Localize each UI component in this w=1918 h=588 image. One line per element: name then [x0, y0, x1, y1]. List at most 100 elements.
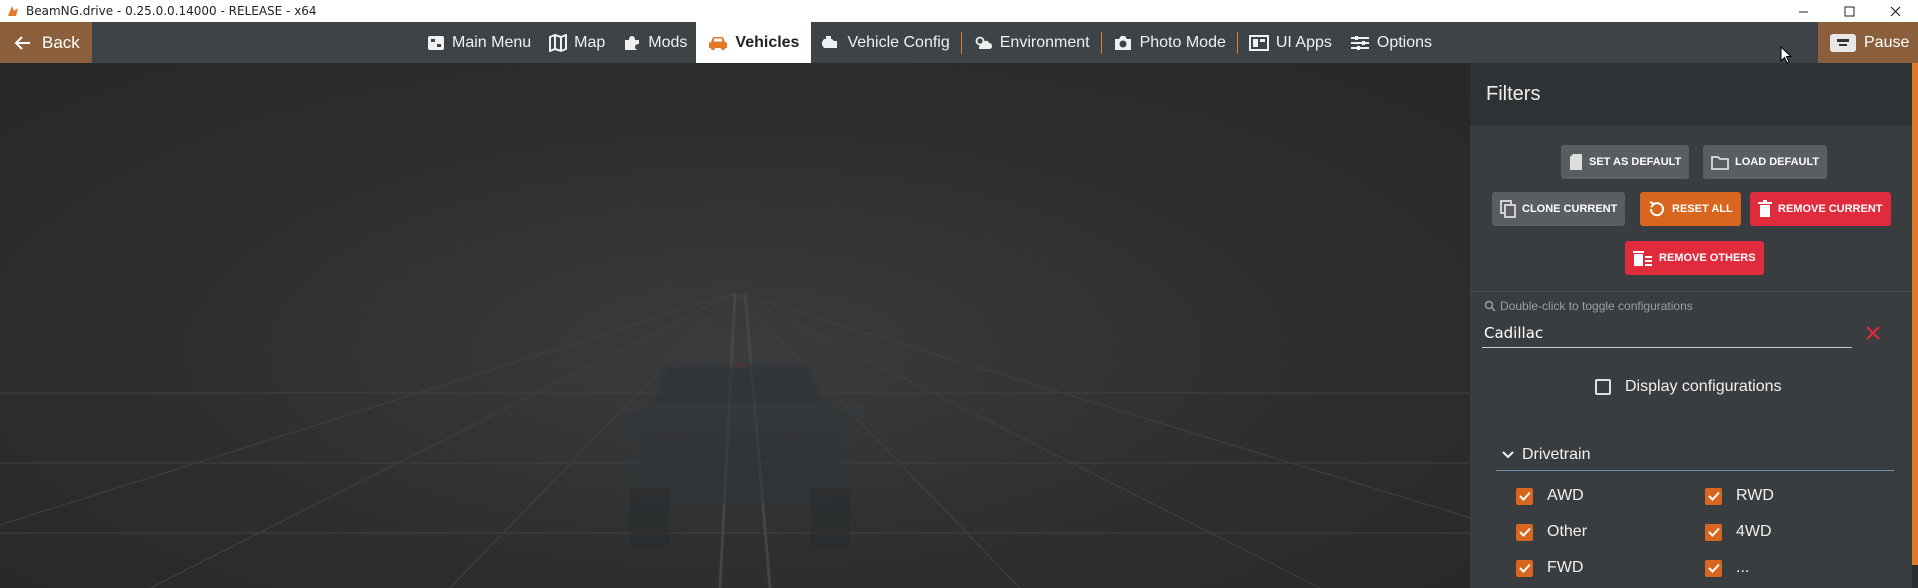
- nav-vehicles[interactable]: Vehicles: [696, 22, 812, 63]
- checkbox-checked[interactable]: [1705, 523, 1722, 541]
- clone-current-label: CLONE CURRENT: [1522, 203, 1618, 215]
- drivetrain-title: Drivetrain: [1522, 445, 1591, 463]
- ui-apps-icon: [1248, 34, 1269, 51]
- chevron-down-icon: [1502, 450, 1514, 458]
- checkmark-icon: [1518, 527, 1531, 537]
- keyboard-key-icon: [1830, 33, 1856, 52]
- engine-icon: [822, 35, 838, 48]
- nav-label: Options: [1376, 33, 1433, 51]
- trash-multiple-icon: [1633, 251, 1652, 266]
- reset-all-label: RESET ALL: [1672, 203, 1733, 215]
- top-navigation-bar: Back Main Menu Map Mods Vehicles Vehicle…: [0, 22, 1918, 63]
- nav-map[interactable]: Map: [540, 22, 614, 63]
- divider: [1470, 291, 1912, 292]
- remove-others-button[interactable]: REMOVE OTHERS: [1625, 241, 1764, 275]
- trash-icon: [1758, 200, 1772, 217]
- load-default-button[interactable]: LOAD DEFAULT: [1703, 145, 1828, 179]
- car-icon: [709, 36, 728, 50]
- search-icon: [1484, 300, 1496, 312]
- filters-title: Filters: [1470, 63, 1912, 126]
- drivetrain-ellipsis-checkbox[interactable]: ...: [1705, 559, 1749, 577]
- checkbox-label: RWD: [1736, 487, 1774, 504]
- nav-label: Vehicle Config: [847, 33, 950, 51]
- panel-scrollbar[interactable]: [1912, 63, 1918, 565]
- sliders-icon: [1350, 35, 1369, 50]
- nav-vehicle-config[interactable]: Vehicle Config: [811, 22, 958, 63]
- drivetrain-rwd-checkbox[interactable]: RWD: [1705, 487, 1774, 505]
- checkbox-checked[interactable]: [1516, 559, 1533, 577]
- close-button[interactable]: [1872, 0, 1918, 22]
- reset-all-button[interactable]: RESET ALL: [1640, 192, 1741, 226]
- game-viewport[interactable]: [0, 63, 1470, 588]
- checkbox-checked[interactable]: [1516, 487, 1533, 505]
- checkmark-icon: [1707, 563, 1720, 573]
- sd-card-icon: [1570, 154, 1582, 170]
- nav-label: UI Apps: [1275, 33, 1332, 51]
- arrow-left-icon: [14, 35, 30, 50]
- minimize-button[interactable]: [1780, 0, 1826, 22]
- checkbox-label: 4WD: [1736, 523, 1772, 540]
- checkbox-checked[interactable]: [1705, 487, 1722, 505]
- set-as-default-button[interactable]: SET AS DEFAULT: [1561, 145, 1690, 179]
- clear-search-button[interactable]: [1862, 322, 1884, 344]
- mouse-cursor-icon: [1780, 46, 1792, 64]
- close-icon: [1890, 6, 1900, 16]
- set-as-default-label: SET AS DEFAULT: [1589, 156, 1682, 168]
- drivetrain-awd-checkbox[interactable]: AWD: [1516, 487, 1584, 505]
- vehicle-silhouette: [615, 363, 865, 548]
- nav-separator: [1236, 31, 1238, 54]
- minimize-icon: [1798, 11, 1808, 12]
- search-hint: Double-click to toggle configurations: [1484, 299, 1693, 313]
- checkmark-icon: [1707, 527, 1720, 537]
- nav-mods[interactable]: Mods: [614, 22, 696, 63]
- clone-current-button[interactable]: CLONE CURRENT: [1492, 192, 1626, 226]
- drivetrain-other-checkbox[interactable]: Other: [1516, 523, 1587, 541]
- checkbox-checked[interactable]: [1516, 523, 1533, 541]
- close-icon: [1866, 326, 1880, 340]
- weather-icon: [975, 36, 992, 49]
- search-hint-text: Double-click to toggle configurations: [1500, 299, 1693, 313]
- checkmark-icon: [1518, 491, 1531, 501]
- folder-icon: [1711, 155, 1729, 170]
- nav-environment[interactable]: Environment: [964, 22, 1099, 63]
- nav-options[interactable]: Options: [1341, 22, 1441, 63]
- back-button[interactable]: Back: [0, 22, 92, 63]
- checkmark-icon: [1518, 563, 1531, 573]
- map-icon: [549, 33, 568, 52]
- scene-grid: [0, 292, 1470, 588]
- nav-main-menu[interactable]: Main Menu: [418, 22, 540, 63]
- checkbox-unchecked[interactable]: [1595, 379, 1611, 395]
- maximize-button[interactable]: [1826, 0, 1872, 22]
- reset-icon: [1649, 201, 1664, 217]
- drivetrain-fwd-checkbox[interactable]: FWD: [1516, 559, 1583, 577]
- nav-label: Vehicles: [735, 33, 800, 51]
- nav-ui-apps[interactable]: UI Apps: [1240, 22, 1341, 63]
- window-title: BeamNG.drive - 0.25.0.0.14000 - RELEASE …: [26, 4, 317, 18]
- checkmark-icon: [1707, 491, 1720, 501]
- checkbox-label: ...: [1736, 559, 1750, 576]
- remove-others-label: REMOVE OTHERS: [1659, 252, 1756, 264]
- nav-separator: [1100, 31, 1102, 54]
- checkbox-label: AWD: [1547, 487, 1584, 504]
- nav-separator: [960, 31, 962, 54]
- remove-current-button[interactable]: REMOVE CURRENT: [1750, 192, 1891, 226]
- beamng-logo-icon: [8, 6, 18, 16]
- nav-label: Photo Mode: [1139, 33, 1226, 51]
- nav-label: Main Menu: [452, 33, 532, 51]
- window-title-bar: BeamNG.drive - 0.25.0.0.14000 - RELEASE …: [0, 0, 1918, 22]
- pause-button[interactable]: Pause: [1818, 22, 1918, 63]
- drivetrain-4wd-checkbox[interactable]: 4WD: [1705, 523, 1772, 541]
- nav-label: Map: [574, 33, 606, 51]
- search-input[interactable]: [1482, 318, 1852, 348]
- nav-photo-mode[interactable]: Photo Mode: [1104, 22, 1235, 63]
- display-configurations-checkbox[interactable]: Display configurations: [1595, 378, 1782, 396]
- main-menu-icon: [428, 35, 444, 50]
- back-label: Back: [42, 32, 80, 52]
- copy-icon: [1500, 200, 1516, 218]
- checkbox-checked[interactable]: [1705, 559, 1722, 577]
- drivetrain-section-header[interactable]: Drivetrain: [1496, 439, 1894, 471]
- camera-icon: [1114, 35, 1131, 50]
- load-default-label: LOAD DEFAULT: [1735, 156, 1820, 168]
- puzzle-icon: [625, 35, 640, 50]
- maximize-icon: [1844, 6, 1854, 16]
